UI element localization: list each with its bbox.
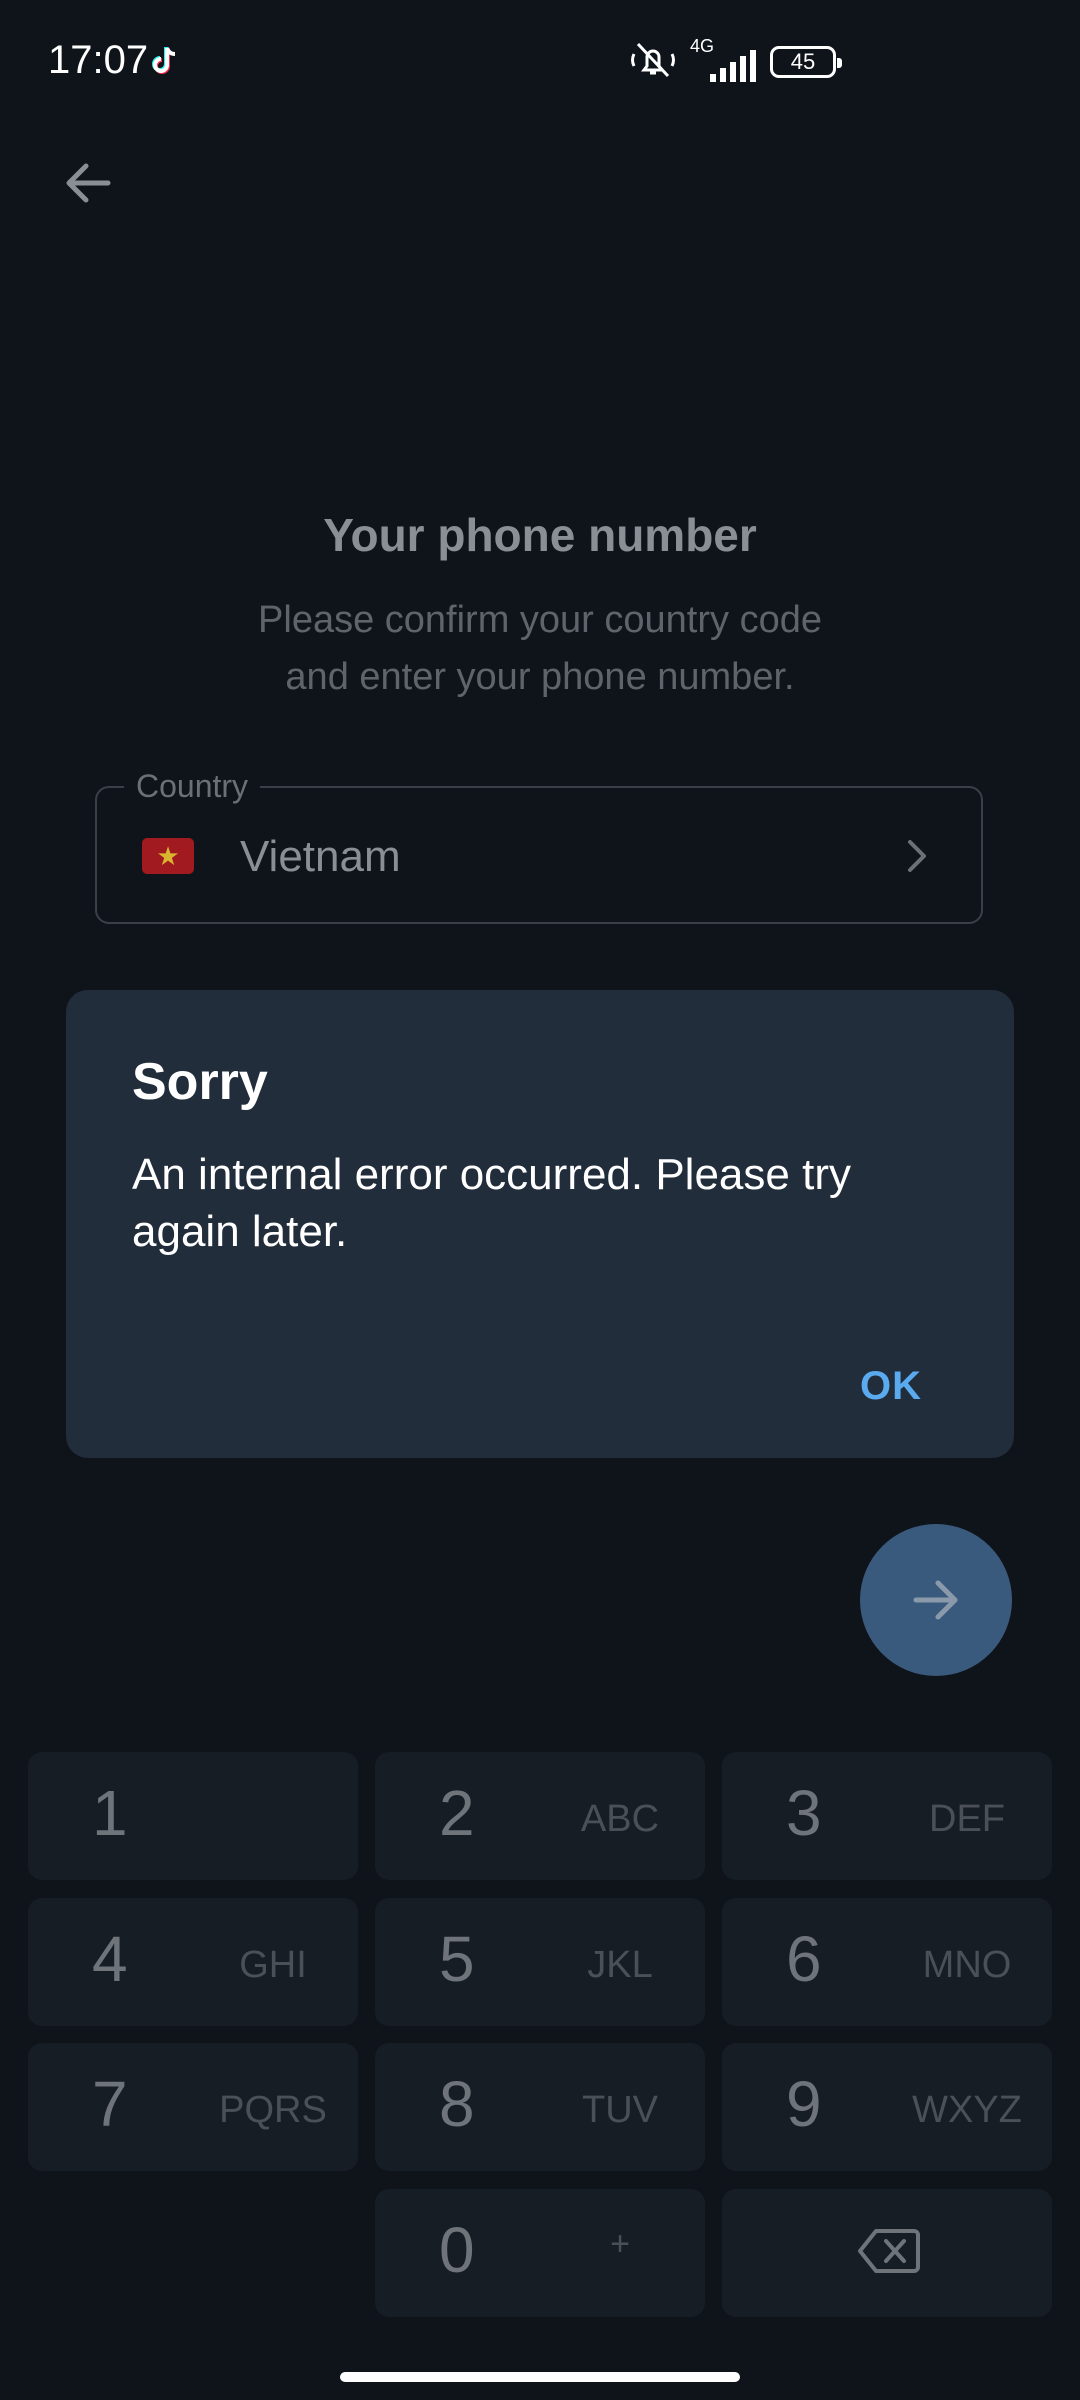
key-letters: DEF — [929, 1798, 1005, 1840]
key-number: 9 — [786, 2068, 822, 2140]
back-button[interactable] — [56, 150, 122, 216]
key-1[interactable]: 1 — [28, 1752, 358, 1880]
key-number: 0 — [439, 2214, 475, 2286]
key-number: 8 — [439, 2068, 475, 2140]
key-4[interactable]: 4 GHI — [28, 1898, 358, 2026]
key-number: 3 — [786, 1777, 822, 1849]
dialog-title: Sorry — [132, 1053, 268, 1111]
key-number: 2 — [439, 1777, 475, 1849]
key-letters: MNO — [922, 1944, 1012, 1986]
arrow-right-icon — [913, 1580, 958, 1620]
mute-icon — [630, 40, 676, 85]
chevron-right-icon — [900, 834, 934, 878]
key-number: 1 — [92, 1777, 128, 1849]
home-indicator[interactable] — [340, 2372, 740, 2382]
arrow-left-icon — [66, 163, 111, 203]
battery-icon: 45 — [770, 46, 842, 78]
key-5[interactable]: 5 JKL — [375, 1898, 705, 2026]
key-3[interactable]: 3 DEF — [722, 1752, 1052, 1880]
battery-level: 45 — [790, 49, 816, 74]
key-number: 6 — [786, 1923, 822, 1995]
page-subtitle: Please confirm your country code and ent… — [0, 592, 1080, 706]
key-6[interactable]: 6 MNO — [722, 1898, 1052, 2026]
tiktok-icon — [148, 44, 182, 78]
key-number: 5 — [439, 1923, 475, 1995]
backspace-key[interactable] — [722, 2189, 1052, 2317]
key-8[interactable]: 8 TUV — [375, 2043, 705, 2171]
key-letters: PQRS — [219, 2089, 327, 2131]
network-type: 4G — [690, 36, 715, 56]
key-letters: TUV — [582, 2089, 658, 2131]
key-letters: WXYZ — [912, 2089, 1022, 2131]
subtitle-line-2: and enter your phone number. — [285, 656, 795, 698]
ok-button[interactable]: OK — [860, 1364, 922, 1409]
key-2[interactable]: 2 ABC — [375, 1752, 705, 1880]
key-letters: ABC — [580, 1798, 660, 1840]
dialog-message: An internal error occurred. Please try a… — [132, 1150, 851, 1256]
key-number: 7 — [92, 2068, 128, 2140]
vietnam-flag-icon: ★ — [142, 838, 194, 874]
country-name: Vietnam — [240, 832, 401, 881]
status-time: 17:07 — [48, 38, 149, 82]
backspace-icon — [858, 2229, 920, 2273]
key-letters: + — [610, 2225, 630, 2263]
key-letters: JKL — [587, 1944, 653, 1986]
key-letters: GHI — [239, 1944, 307, 1986]
signal-icon: 4G — [690, 36, 756, 82]
subtitle-line-1: Please confirm your country code — [258, 599, 822, 641]
page-title: Your phone number — [323, 509, 757, 561]
next-button[interactable] — [860, 1524, 1012, 1676]
country-label: Country — [124, 768, 261, 805]
status-icons: 4G 45 — [630, 36, 842, 85]
key-number: 4 — [92, 1923, 128, 1995]
key-7[interactable]: 7 PQRS — [28, 2043, 358, 2171]
country-selector[interactable] — [95, 786, 983, 924]
key-9[interactable]: 9 WXYZ — [722, 2043, 1052, 2171]
key-0[interactable]: 0 + — [375, 2189, 705, 2317]
